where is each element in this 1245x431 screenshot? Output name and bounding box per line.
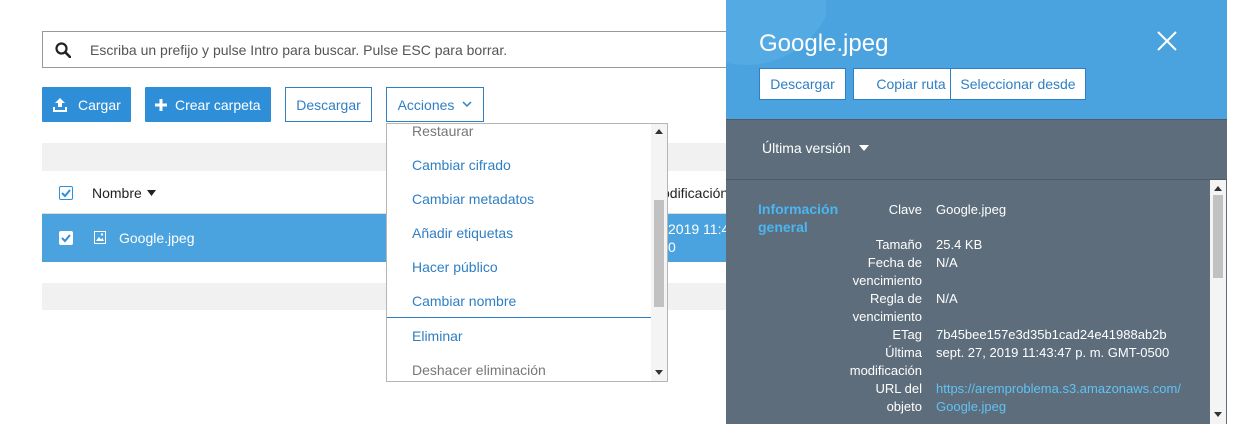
url-label-1: URL del bbox=[875, 381, 922, 396]
menu-scrollbar[interactable] bbox=[651, 124, 667, 381]
size-value: 25.4 KB bbox=[936, 237, 983, 252]
scroll-up-icon[interactable] bbox=[655, 128, 663, 134]
caret-down-icon bbox=[858, 145, 869, 151]
details-panel-body: Información general Clave Google.jpeg Ta… bbox=[726, 179, 1227, 424]
version-dropdown[interactable]: Última versión bbox=[762, 140, 869, 156]
menu-item-delete[interactable]: Eliminar bbox=[412, 328, 463, 344]
key-value: Google.jpeg bbox=[936, 202, 1007, 217]
panel-scrollbar-thumb[interactable] bbox=[1213, 195, 1223, 278]
chevron-down-icon bbox=[462, 101, 472, 108]
modified-column-header[interactable]: odificación bbox=[662, 185, 728, 201]
create-folder-label: Crear carpeta bbox=[175, 96, 261, 113]
key-label: Clave bbox=[888, 202, 922, 217]
file-name-link[interactable]: Google.jpeg bbox=[119, 230, 195, 246]
menu-item-rename[interactable]: Cambiar nombre bbox=[412, 293, 516, 309]
menu-item-undo-delete[interactable]: Deshacer eliminación bbox=[412, 362, 546, 378]
modified-value: sept. 27, 2019 11:43:47 p. m. GMT-0500 bbox=[936, 345, 1170, 360]
url-label-2: objeto bbox=[886, 399, 922, 414]
sort-down-icon bbox=[146, 190, 156, 196]
etag-label: ETag bbox=[892, 327, 922, 342]
actions-label: Acciones bbox=[397, 96, 455, 113]
row-modified-line2: 0 bbox=[668, 239, 676, 255]
menu-divider bbox=[387, 317, 651, 318]
version-selector-bar: Última versión bbox=[726, 119, 1227, 179]
scroll-up-icon[interactable] bbox=[1214, 185, 1222, 191]
download-label: Descargar bbox=[296, 96, 361, 113]
search-icon bbox=[55, 41, 71, 58]
upload-label: Cargar bbox=[78, 96, 121, 113]
image-file-icon bbox=[94, 231, 106, 244]
panel-scrollbar[interactable] bbox=[1210, 180, 1226, 424]
panel-download-button[interactable]: Descargar bbox=[759, 68, 846, 100]
details-panel-header: Google.jpeg Descargar Copiar ruta Selecc… bbox=[726, 0, 1227, 119]
menu-scrollbar-thumb[interactable] bbox=[654, 200, 664, 307]
menu-item-change-metadata[interactable]: Cambiar metadatos bbox=[412, 191, 534, 207]
modified-label-1: Última bbox=[885, 345, 922, 360]
scroll-down-icon[interactable] bbox=[1214, 412, 1222, 418]
actions-menu[interactable]: Restaurar Cambiar cifrado Cambiar metada… bbox=[386, 123, 668, 382]
menu-item-change-encryption[interactable]: Cambiar cifrado bbox=[412, 157, 511, 173]
select-from-button[interactable]: Seleccionar desde bbox=[950, 68, 1086, 100]
expiry-label-1: Fecha de bbox=[867, 255, 922, 270]
check-icon bbox=[61, 234, 71, 243]
plus-icon bbox=[155, 98, 167, 111]
name-header-label: Nombre bbox=[92, 185, 142, 201]
search-bar[interactable] bbox=[42, 31, 742, 68]
check-icon bbox=[61, 189, 71, 198]
modified-label-2: modificación bbox=[849, 363, 922, 378]
actions-dropdown-button[interactable]: Acciones bbox=[386, 87, 484, 122]
size-label: Tamaño bbox=[875, 237, 922, 252]
create-folder-button[interactable]: Crear carpeta bbox=[145, 87, 271, 122]
select-all-checkbox[interactable] bbox=[59, 186, 73, 200]
scroll-down-icon[interactable] bbox=[655, 370, 663, 376]
etag-value: 7b45bee157e3d35b1cad24e41988ab2b bbox=[936, 327, 1167, 342]
row-modified: 2019 11:4 bbox=[668, 221, 730, 237]
name-column-header[interactable]: Nombre bbox=[92, 185, 156, 201]
object-url-link-line2[interactable]: Google.jpeg bbox=[936, 398, 1006, 416]
close-icon[interactable] bbox=[1157, 31, 1177, 51]
rule-label-2: vencimiento bbox=[852, 309, 922, 324]
expiry-value: N/A bbox=[936, 255, 958, 270]
search-input[interactable] bbox=[88, 40, 692, 59]
upload-icon bbox=[53, 97, 67, 112]
version-label: Última versión bbox=[762, 140, 851, 156]
upload-button[interactable]: Cargar bbox=[42, 87, 131, 122]
object-url-link[interactable]: https://aremproblema.s3.amazonaws.com/ bbox=[936, 380, 1181, 398]
menu-item-make-public[interactable]: Hacer público bbox=[412, 259, 498, 275]
panel-title: Google.jpeg bbox=[759, 30, 889, 57]
menu-item-restore[interactable]: Restaurar bbox=[412, 124, 473, 139]
rule-label-1: Regla de bbox=[869, 291, 922, 306]
menu-item-add-tags[interactable]: Añadir etiquetas bbox=[412, 225, 513, 241]
download-button[interactable]: Descargar bbox=[285, 87, 372, 122]
expiry-label-2: vencimiento bbox=[852, 273, 922, 288]
rule-value: N/A bbox=[936, 291, 958, 306]
row-checkbox[interactable] bbox=[59, 231, 73, 245]
